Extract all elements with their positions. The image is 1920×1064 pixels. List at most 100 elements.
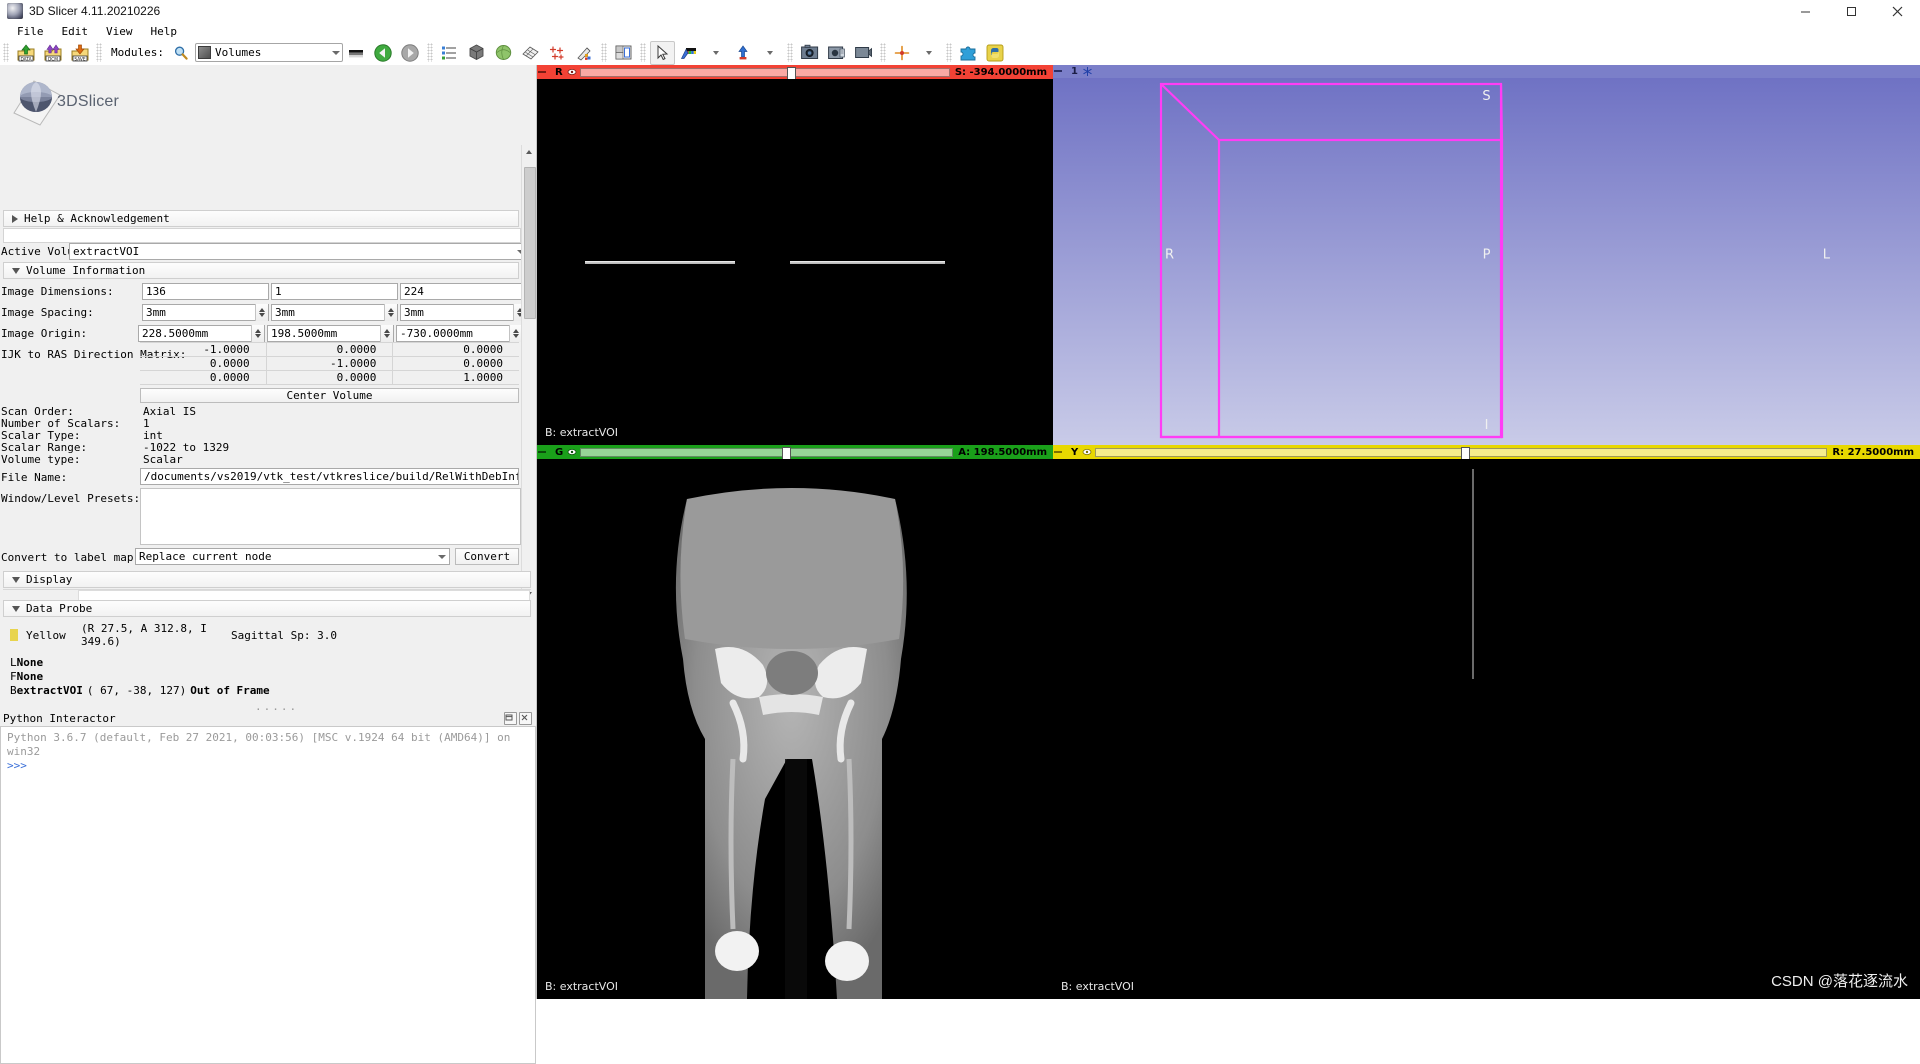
pin-icon[interactable] [1053, 66, 1063, 77]
crosshair-button[interactable] [731, 41, 756, 65]
center-view-button[interactable] [890, 41, 915, 65]
minimize-icon[interactable] [1782, 0, 1828, 22]
green-slice-slider[interactable] [580, 446, 954, 462]
snowflake-icon[interactable] [1082, 66, 1092, 77]
green-slice-view[interactable]: G A: 198.5000mm B: extractVOI [537, 445, 1053, 999]
module-panel-scrollbar[interactable] [521, 145, 536, 601]
python-close-icon[interactable] [519, 711, 532, 725]
toolbar-grip-ext[interactable] [945, 43, 952, 62]
extension-manager-button[interactable] [956, 41, 981, 65]
menu-file[interactable]: File [8, 24, 53, 39]
screenshot-button[interactable] [797, 41, 822, 65]
toolbar-grip-capture[interactable] [786, 43, 793, 62]
image-dimensions-k[interactable]: 224 [400, 283, 527, 300]
annotations-button[interactable] [572, 41, 597, 65]
matrix-cell-1-1[interactable]: -1.0000 [267, 357, 394, 370]
matrix-cell-1-0[interactable]: 0.0000 [140, 357, 267, 370]
display-section[interactable]: Display [3, 571, 531, 588]
subject-hierarchy-button[interactable] [437, 41, 462, 65]
image-origin-s[interactable]: -730.0000mm [396, 325, 523, 342]
window-level-presets-list[interactable] [140, 488, 521, 545]
module-selector[interactable]: Volumes [194, 43, 343, 62]
models-button[interactable] [491, 41, 516, 65]
center-volume-button[interactable]: Center Volume [140, 388, 519, 403]
previous-module-button[interactable] [371, 41, 396, 65]
python-console[interactable]: Python 3.6.7 (default, Feb 27 2021, 00:0… [0, 726, 536, 1064]
toolbar-grip-modules[interactable] [96, 43, 102, 62]
image-dimensions-i[interactable]: 136 [142, 283, 269, 300]
visibility-icon[interactable] [567, 447, 577, 458]
volume-information-section[interactable]: Volume Information [3, 262, 519, 279]
scene-views-button[interactable] [824, 41, 849, 65]
load-data-button[interactable]: DATA [13, 41, 38, 65]
image-spacing-k[interactable]: 3mm [400, 304, 527, 321]
convert-button[interactable]: Convert [455, 548, 519, 565]
pin-icon[interactable] [537, 67, 547, 78]
matrix-cell-0-1[interactable]: 0.0000 [267, 343, 394, 356]
green-slice-controller[interactable]: G A: 198.5000mm [537, 445, 1053, 462]
layout-button[interactable] [611, 41, 636, 65]
matrix-cell-0-0[interactable]: -1.0000 [140, 343, 267, 356]
colormap-button[interactable] [344, 41, 369, 65]
menu-help[interactable]: Help [142, 24, 187, 39]
next-module-button[interactable] [398, 41, 423, 65]
close-icon[interactable] [1874, 0, 1920, 22]
segment-editor-button[interactable] [518, 41, 543, 65]
toolbar-grip-layout[interactable] [600, 43, 607, 62]
pin-icon[interactable] [537, 447, 547, 458]
red-slice-slider[interactable] [579, 66, 950, 82]
menu-view[interactable]: View [97, 24, 142, 39]
image-spacing-i[interactable]: 3mm [142, 304, 269, 321]
volume-rendering-button[interactable] [464, 41, 489, 65]
image-spacing-j[interactable]: 3mm [271, 304, 398, 321]
mouse-mode-button[interactable] [649, 40, 675, 65]
matrix-cell-2-0[interactable]: 0.0000 [140, 371, 267, 384]
matrix-cell-2-1[interactable]: 0.0000 [267, 371, 394, 384]
image-origin-r[interactable]: 228.5000mm [138, 325, 265, 342]
yellow-slice-view[interactable]: Y R: 27.5000mm B: extractVOI CSDN @落花逐流水 [1053, 445, 1920, 999]
image-origin-r-stepper[interactable] [251, 325, 264, 342]
save-data-button[interactable]: SAVE [67, 41, 92, 65]
image-spacing-j-stepper[interactable] [384, 304, 397, 321]
image-origin-a-stepper[interactable] [380, 325, 393, 342]
visibility-icon[interactable] [567, 67, 577, 78]
toolbar-grip[interactable] [3, 43, 9, 62]
maximize-icon[interactable] [1828, 0, 1874, 22]
magnifier-icon[interactable] [169, 41, 194, 65]
toolbar-grip-markers[interactable] [879, 43, 886, 62]
load-dicom-button[interactable]: DCM [40, 41, 65, 65]
crosshair-dropdown[interactable] [758, 41, 783, 65]
image-spacing-i-stepper[interactable] [255, 304, 268, 321]
yellow-slice-slider[interactable] [1095, 446, 1828, 462]
threed-view[interactable]: 1 S I R L P [1053, 65, 1920, 445]
matrix-cell-0-2[interactable]: 0.0000 [393, 343, 519, 356]
center-view-dropdown[interactable] [917, 41, 942, 65]
toolbar-grip-mouse[interactable] [639, 43, 646, 62]
file-name-field[interactable]: /documents/vs2019/vtk_test/vtkreslice/bu… [140, 468, 519, 485]
yellow-slice-controller[interactable]: Y R: 27.5000mm [1053, 445, 1920, 462]
python-undock-icon[interactable] [504, 711, 517, 725]
toolbar-grip-modules2[interactable] [426, 43, 433, 62]
python-console-button[interactable] [983, 41, 1008, 65]
data-probe-section[interactable]: Data Probe [3, 600, 531, 617]
active-volume-selector[interactable]: extractVOI [69, 243, 529, 260]
orientation-label-left: L [1822, 247, 1830, 263]
color-picker-button[interactable] [677, 41, 702, 65]
color-picker-dropdown[interactable] [704, 41, 729, 65]
image-origin-a[interactable]: 198.5000mm [267, 325, 394, 342]
visibility-icon[interactable] [1082, 447, 1092, 458]
markups-button[interactable] [545, 41, 570, 65]
capture-button[interactable] [851, 41, 876, 65]
red-slice-view[interactable]: R S: -394.0000mm B: extractVOI [537, 65, 1053, 445]
menu-edit[interactable]: Edit [53, 24, 98, 39]
scroll-up-arrow-icon[interactable] [522, 145, 536, 159]
red-slice-controller[interactable]: R S: -394.0000mm [537, 65, 1053, 82]
threed-view-controller[interactable]: 1 [1053, 65, 1920, 78]
scrollbar-thumb[interactable] [524, 167, 536, 319]
matrix-cell-2-2[interactable]: 1.0000 [393, 371, 519, 384]
help-acknowledgement-section[interactable]: Help & Acknowledgement [3, 210, 519, 227]
image-dimensions-j[interactable]: 1 [271, 283, 398, 300]
pin-icon[interactable] [1053, 447, 1063, 458]
convert-to-label-map-selector[interactable]: Replace current node [135, 548, 450, 565]
matrix-cell-1-2[interactable]: 0.0000 [393, 357, 519, 370]
